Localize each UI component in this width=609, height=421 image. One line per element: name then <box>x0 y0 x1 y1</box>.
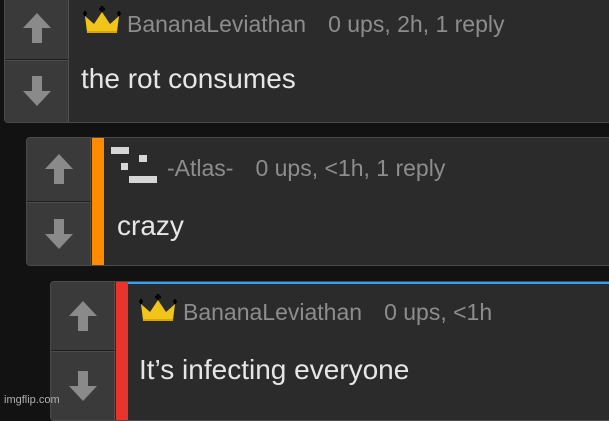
comment-meta: -Atlas- 0 ups, <1h, 1 reply <box>109 147 446 186</box>
vote-column <box>27 138 91 265</box>
downvote-button[interactable] <box>27 201 91 265</box>
comment-stats: 0 ups, <1h, 1 reply <box>255 154 446 181</box>
downvote-button[interactable] <box>51 351 115 420</box>
comment-stats: 0 ups, <1h <box>384 298 493 325</box>
comment-meta: BananaLeviathan 0 ups, <1h <box>139 294 492 330</box>
arrow-down-icon <box>44 218 73 249</box>
pixel-avatar-icon <box>109 143 161 193</box>
downvote-button[interactable] <box>5 59 69 122</box>
vote-column <box>51 282 115 420</box>
highlight-border <box>128 282 609 284</box>
comment-stats: 0 ups, 2h, 1 reply <box>328 10 505 37</box>
vote-column <box>5 0 69 122</box>
username-link[interactable]: -Atlas- <box>167 155 233 182</box>
comment-meta: BananaLeviathan 0 ups, 2h, 1 reply <box>83 6 505 42</box>
upvote-button[interactable] <box>5 0 69 60</box>
arrow-up-icon <box>44 154 73 185</box>
comment: BananaLeviathan 0 ups, 2h, 1 reply the r… <box>4 0 609 123</box>
comment: -Atlas- 0 ups, <1h, 1 reply crazy <box>26 137 609 266</box>
crown-icon <box>139 294 177 330</box>
comment-text: the rot consumes <box>81 63 296 94</box>
comment: BananaLeviathan 0 ups, <1h It’s infectin… <box>50 281 609 421</box>
arrow-up-icon <box>22 12 51 43</box>
upvote-button[interactable] <box>51 282 115 351</box>
reply-depth-bar <box>116 282 128 420</box>
username-link[interactable]: BananaLeviathan <box>183 299 362 326</box>
arrow-up-icon <box>68 301 97 331</box>
username-link[interactable]: BananaLeviathan <box>127 11 306 38</box>
crown-icon <box>83 6 121 42</box>
arrow-down-icon <box>68 371 97 401</box>
reply-depth-bar <box>92 138 104 265</box>
upvote-button[interactable] <box>27 138 91 202</box>
comment-text: crazy <box>117 210 184 241</box>
comment-text: It’s infecting everyone <box>139 354 410 385</box>
watermark: imgflip.com <box>4 394 60 406</box>
arrow-down-icon <box>22 76 51 107</box>
